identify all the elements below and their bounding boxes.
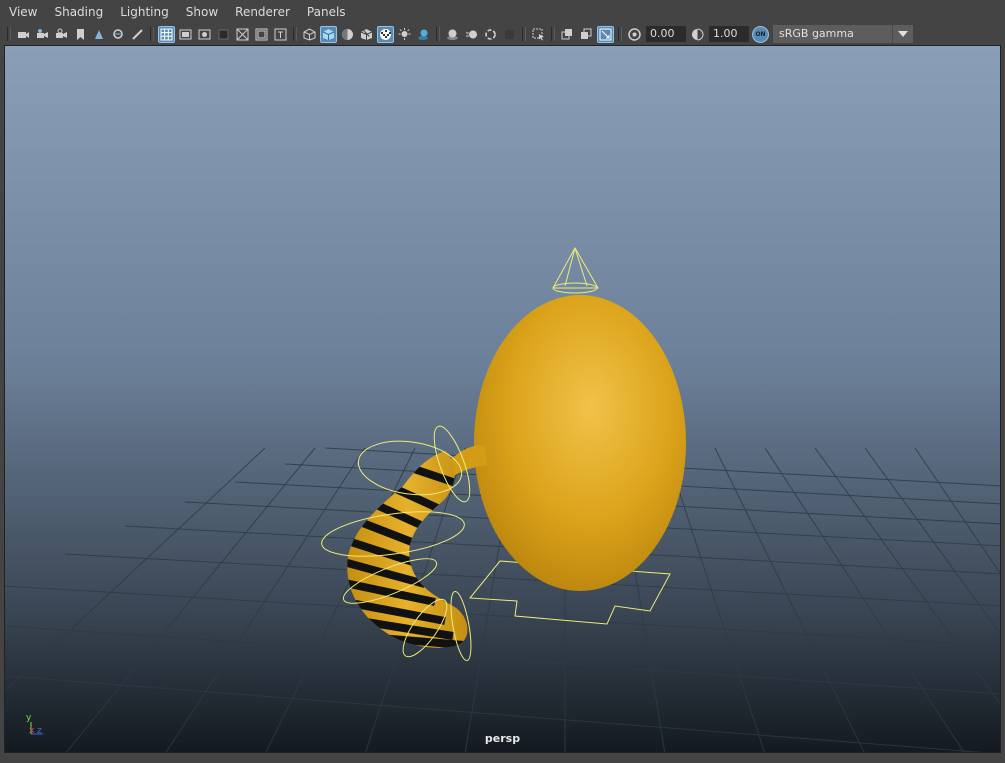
wireframe-on-shaded-icon[interactable] bbox=[358, 26, 375, 43]
image-plane-icon[interactable] bbox=[91, 26, 108, 43]
toolbar-separator bbox=[150, 27, 154, 41]
gamma-field[interactable]: 1.00 bbox=[709, 26, 749, 42]
panel-toolbar: 0.00 1.00 ON sRGB gamma bbox=[0, 24, 1005, 44]
field-chart-icon[interactable] bbox=[234, 26, 251, 43]
toolbar-separator bbox=[522, 27, 526, 41]
perspective-viewport[interactable]: y x z persp bbox=[4, 45, 1001, 753]
chevron-down-icon[interactable] bbox=[892, 25, 913, 43]
screen-space-ao-icon[interactable] bbox=[444, 26, 461, 43]
gamma-icon[interactable] bbox=[689, 26, 706, 43]
color-management-badge: ON bbox=[755, 30, 766, 38]
camera-bookmark-icon[interactable] bbox=[53, 26, 70, 43]
toolbar-separator bbox=[7, 27, 11, 41]
select-camera-icon[interactable] bbox=[15, 26, 32, 43]
xray-joints-icon[interactable] bbox=[597, 25, 614, 43]
resolution-gate-icon[interactable] bbox=[196, 26, 213, 43]
xray-active-components-icon[interactable] bbox=[578, 26, 595, 43]
toolbar-separator bbox=[436, 27, 440, 41]
isolate-select-icon[interactable] bbox=[530, 26, 547, 43]
gate-mask-icon[interactable] bbox=[215, 26, 232, 43]
use-all-lights-icon[interactable] bbox=[396, 26, 413, 43]
scene-render[interactable] bbox=[5, 46, 1001, 753]
axis-y-label: y bbox=[26, 713, 32, 723]
default-material-icon[interactable] bbox=[339, 26, 356, 43]
menu-shading[interactable]: Shading bbox=[45, 0, 111, 24]
camera-attributes-icon[interactable] bbox=[34, 26, 51, 43]
toolbar-separator bbox=[618, 27, 622, 41]
menu-renderer[interactable]: Renderer bbox=[226, 0, 298, 24]
film-gate-icon[interactable] bbox=[177, 26, 194, 43]
exposure-field[interactable]: 0.00 bbox=[646, 26, 686, 42]
panel-bottom-border bbox=[0, 753, 1005, 763]
menu-lighting[interactable]: Lighting bbox=[111, 0, 177, 24]
camera-name-label: persp bbox=[484, 732, 521, 745]
shadows-icon[interactable] bbox=[415, 26, 432, 43]
grease-pencil-icon[interactable] bbox=[129, 26, 146, 43]
toolbar-separator bbox=[551, 27, 555, 41]
menu-panels[interactable]: Panels bbox=[298, 0, 354, 24]
safe-action-icon[interactable] bbox=[253, 26, 270, 43]
color-management-toggle[interactable]: ON bbox=[752, 25, 769, 43]
depth-of-field-icon[interactable] bbox=[501, 26, 518, 43]
smooth-shade-icon[interactable] bbox=[320, 25, 337, 43]
multisample-aa-icon[interactable] bbox=[482, 26, 499, 43]
menu-view[interactable]: View bbox=[0, 0, 45, 24]
exposure-icon[interactable] bbox=[626, 26, 643, 43]
wireframe-icon[interactable] bbox=[301, 26, 318, 43]
color-space-value: sRGB gamma bbox=[779, 27, 854, 40]
xray-icon[interactable] bbox=[559, 26, 576, 43]
bookmark-icon[interactable] bbox=[72, 26, 89, 43]
grid-icon[interactable] bbox=[158, 25, 175, 43]
egg-body bbox=[474, 295, 686, 591]
head-cone-wireframe bbox=[552, 246, 599, 294]
menu-bar: View Shading Lighting Show Renderer Pane… bbox=[0, 0, 1005, 24]
toolbar-separator bbox=[293, 27, 297, 41]
two-d-pan-zoom-icon[interactable] bbox=[110, 26, 127, 43]
menu-show[interactable]: Show bbox=[177, 0, 226, 24]
textured-icon[interactable] bbox=[377, 25, 394, 43]
motion-blur-icon[interactable] bbox=[463, 26, 480, 43]
color-space-dropdown[interactable]: sRGB gamma bbox=[773, 25, 913, 43]
safe-title-icon[interactable] bbox=[272, 26, 289, 43]
